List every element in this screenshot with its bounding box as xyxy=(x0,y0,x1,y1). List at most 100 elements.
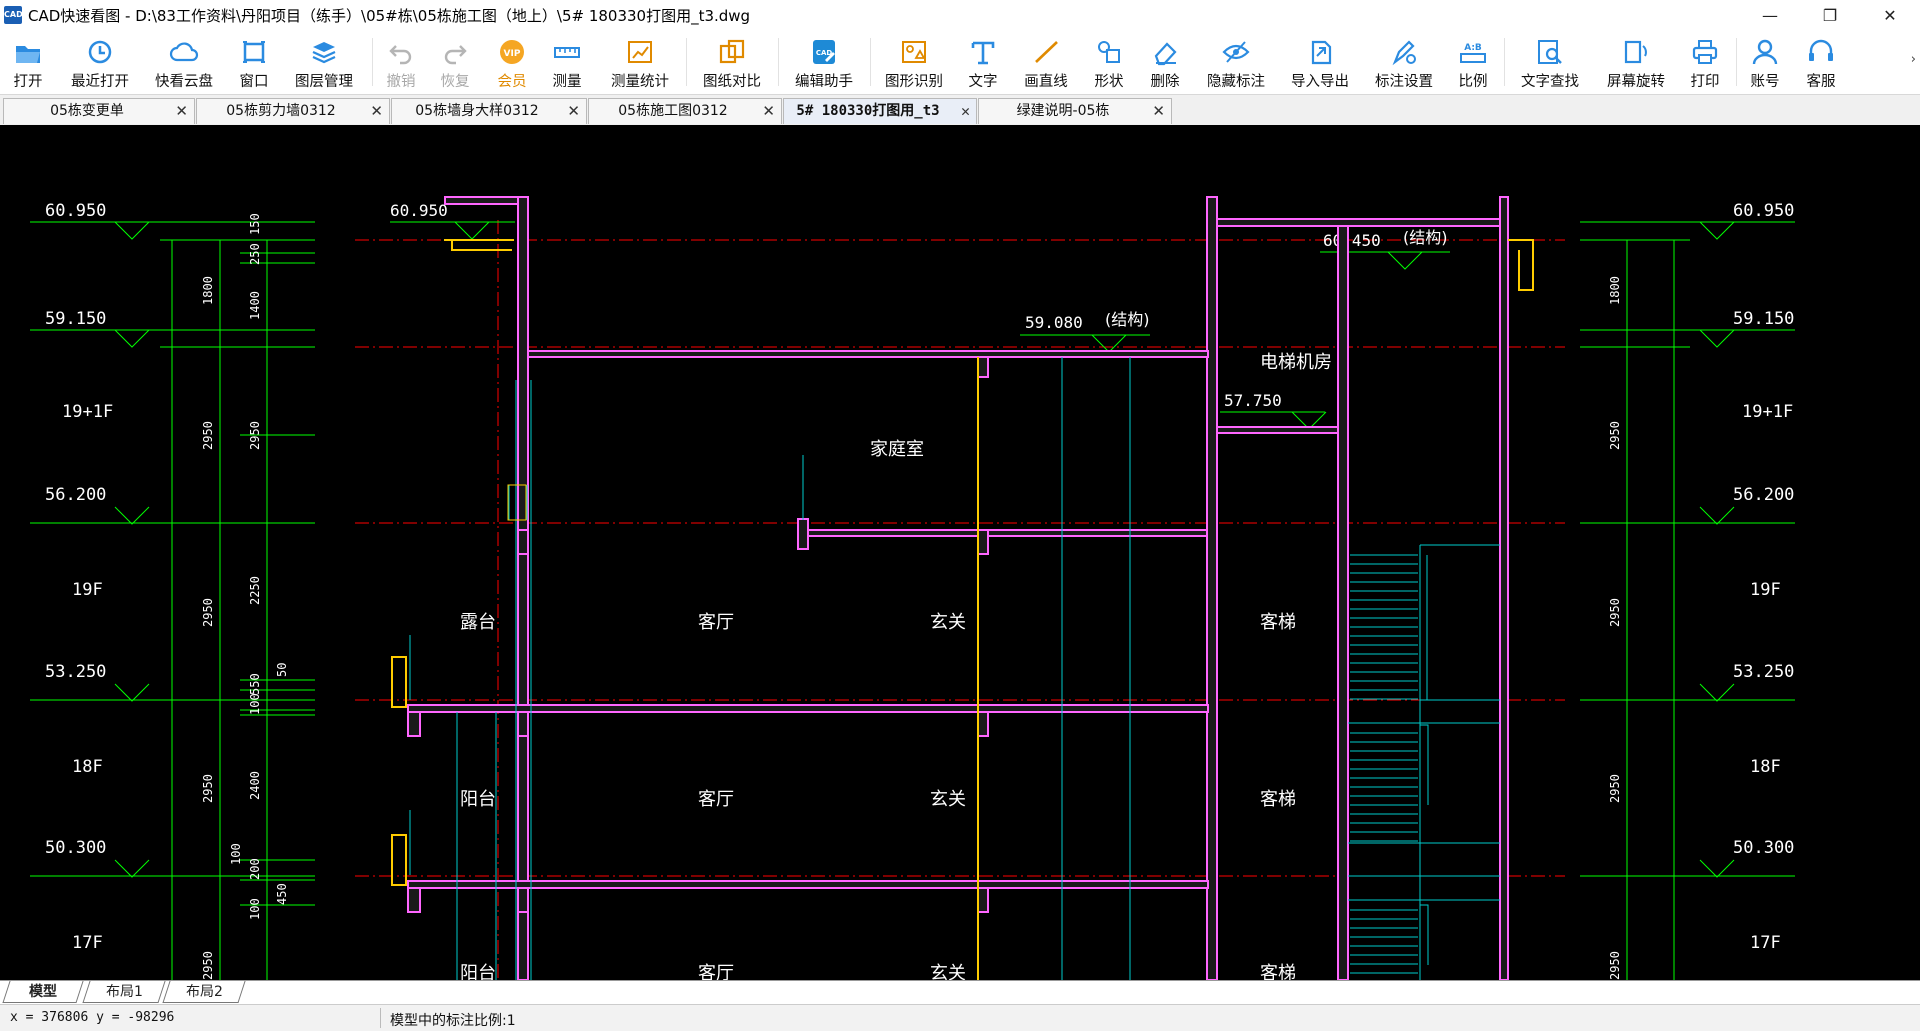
dim-text: 100 xyxy=(248,898,262,920)
floor-label-left: 19F xyxy=(72,580,103,600)
toolbar-divider xyxy=(1504,38,1505,86)
window-button[interactable]: 窗口 xyxy=(230,30,278,94)
text-button[interactable]: 文字 xyxy=(960,30,1006,94)
tab-05-construction[interactable]: 05栋施工图0312 ✕ xyxy=(588,98,782,124)
eye-hidden-icon xyxy=(1222,41,1250,63)
dim-settings-label: 标注设置 xyxy=(1375,74,1433,90)
drawing-canvas[interactable]: 60.950 59.150 56.200 53.250 50.300 19+1F… xyxy=(0,125,1920,980)
restore-button[interactable]: ❐ xyxy=(1800,0,1860,30)
tab-green-building-notes[interactable]: 绿建说明-05栋 ✕ xyxy=(978,98,1172,124)
minimize-button[interactable]: — xyxy=(1740,0,1800,30)
tab-close-icon[interactable]: ✕ xyxy=(370,99,383,123)
dim-text: 200 xyxy=(248,858,262,880)
tab-close-icon[interactable]: ✕ xyxy=(567,99,580,123)
elev-label-right: 60.950 xyxy=(1733,201,1794,221)
shape-recog-button[interactable]: 图形识别 xyxy=(876,30,952,94)
tab-05-wall-detail[interactable]: 05栋墙身大样0312 ✕ xyxy=(391,98,587,124)
clock-history-icon xyxy=(88,40,112,64)
dim-text: 50 xyxy=(275,663,289,677)
window-label: 窗口 xyxy=(239,74,269,90)
dim-text: 2400 xyxy=(248,771,262,800)
mid-elevation-texts: 60.950 60.450 (结构) 59.080 (结构) 57.750 xyxy=(390,201,1448,410)
room-label: 玄关 xyxy=(930,612,966,633)
struct-note: (结构) xyxy=(1403,228,1448,247)
layout-tab-1[interactable]: 布局1 xyxy=(82,981,166,1003)
tab-5-print-t3[interactable]: 5# 180330打图用_t3 ✕ xyxy=(783,98,977,124)
account-button[interactable]: 账号 xyxy=(1742,30,1788,94)
compare-label: 图纸对比 xyxy=(703,74,761,90)
delete-button[interactable]: 删除 xyxy=(1142,30,1188,94)
layers-button[interactable]: 图层管理 xyxy=(286,30,362,94)
document-tab-bar: 05栋变更单 ✕ 05栋剪力墙0312 ✕ 05栋墙身大样0312 ✕ 05栋施… xyxy=(0,95,1920,125)
line-label: 画直线 xyxy=(1024,74,1068,90)
redo-label: 恢复 xyxy=(440,74,470,90)
print-button[interactable]: 打印 xyxy=(1682,30,1728,94)
service-button[interactable]: 客服 xyxy=(1798,30,1844,94)
dim-text: 2950 xyxy=(1608,774,1622,803)
dim-text: 450 xyxy=(275,883,289,905)
room-label: 客梯 xyxy=(1260,789,1296,810)
compare-button[interactable]: 图纸对比 xyxy=(694,30,770,94)
tab-label: 绿建说明-05栋 xyxy=(1016,103,1110,119)
open-button[interactable]: 打开 xyxy=(4,30,52,94)
cloud-button[interactable]: 快看云盘 xyxy=(146,30,222,94)
dim-text: 250 xyxy=(248,243,262,265)
elev-label: 60.950 xyxy=(390,201,448,220)
redo-button[interactable]: 恢复 xyxy=(434,30,476,94)
tab-05-change-list[interactable]: 05栋变更单 ✕ xyxy=(3,98,195,124)
status-divider xyxy=(380,1008,381,1028)
svg-text:VIP: VIP xyxy=(504,49,521,59)
elev-label-left: 60.950 xyxy=(45,201,106,221)
dim-settings-button[interactable]: 标注设置 xyxy=(1366,30,1442,94)
vip-button[interactable]: VIP 会员 xyxy=(488,30,536,94)
measure-stats-label: 测量统计 xyxy=(611,74,669,90)
shape-button[interactable]: 形状 xyxy=(1086,30,1132,94)
text-search-button[interactable]: 文字查找 xyxy=(1512,30,1588,94)
measure-label: 测量 xyxy=(552,74,582,90)
elev-label: 60.450 xyxy=(1323,231,1381,250)
hide-dims-label: 隐藏标注 xyxy=(1207,74,1265,90)
measure-button[interactable]: 测量 xyxy=(544,30,590,94)
tab-close-icon[interactable]: ✕ xyxy=(175,99,188,123)
rotate-button[interactable]: 屏幕旋转 xyxy=(1598,30,1674,94)
recent-button[interactable]: 最近打开 xyxy=(62,30,138,94)
measure-stats-button[interactable]: 测量统计 xyxy=(602,30,678,94)
line-button[interactable]: 画直线 xyxy=(1016,30,1076,94)
elev-label-right: 59.150 xyxy=(1733,309,1794,329)
redo-icon xyxy=(444,45,467,65)
dim-text: 2950 xyxy=(1608,421,1622,450)
toolbar-more-chevron-icon[interactable]: › xyxy=(1911,52,1916,67)
import-export-button[interactable]: 导入导出 xyxy=(1282,30,1358,94)
layout-tab-model[interactable]: 模型 xyxy=(2,981,84,1003)
toolbar-divider xyxy=(372,38,373,86)
hide-dims-button[interactable]: 隐藏标注 xyxy=(1198,30,1274,94)
layout-tab-bar: 模型 布局1 布局2 xyxy=(0,980,1920,1005)
chart-measure-icon xyxy=(628,41,652,63)
elev-label-left: 53.250 xyxy=(45,662,106,682)
close-window-button[interactable]: ✕ xyxy=(1860,0,1920,30)
pen-settings-icon xyxy=(1392,40,1416,66)
layout-tab-2[interactable]: 布局2 xyxy=(162,981,246,1003)
edit-helper-button[interactable]: CAD 编辑助手 xyxy=(786,30,862,94)
status-bar: x = 376806 y = -98296 模型中的标注比例:1 xyxy=(0,1004,1920,1031)
dim-text: 2950 xyxy=(1608,598,1622,627)
tab-05-shear-wall[interactable]: 05栋剪力墙0312 ✕ xyxy=(196,98,390,124)
undo-label: 撤销 xyxy=(386,74,416,90)
dim-text: 1400 xyxy=(248,291,262,320)
shape-recognize-icon xyxy=(902,41,926,63)
ratio-button[interactable]: A:B 比例 xyxy=(1450,30,1496,94)
undo-button[interactable]: 撤销 xyxy=(380,30,422,94)
stair-lines xyxy=(1348,544,1500,980)
tab-close-icon[interactable]: ✕ xyxy=(961,99,970,123)
tab-close-icon[interactable]: ✕ xyxy=(1152,99,1165,123)
tab-label: 05栋剪力墙0312 xyxy=(226,103,336,119)
tab-close-icon[interactable]: ✕ xyxy=(762,99,775,123)
rotate-label: 屏幕旋转 xyxy=(1607,74,1665,90)
section-drawing[interactable]: 60.950 59.150 56.200 53.250 50.300 19+1F… xyxy=(0,125,1920,980)
toolbar-divider xyxy=(686,38,687,86)
room-label: 客厅 xyxy=(698,963,734,980)
elev-label-left: 56.200 xyxy=(45,485,106,505)
shapes-icon xyxy=(1098,41,1120,63)
cloud-label: 快看云盘 xyxy=(155,74,213,90)
struct-note: (结构) xyxy=(1105,310,1150,329)
